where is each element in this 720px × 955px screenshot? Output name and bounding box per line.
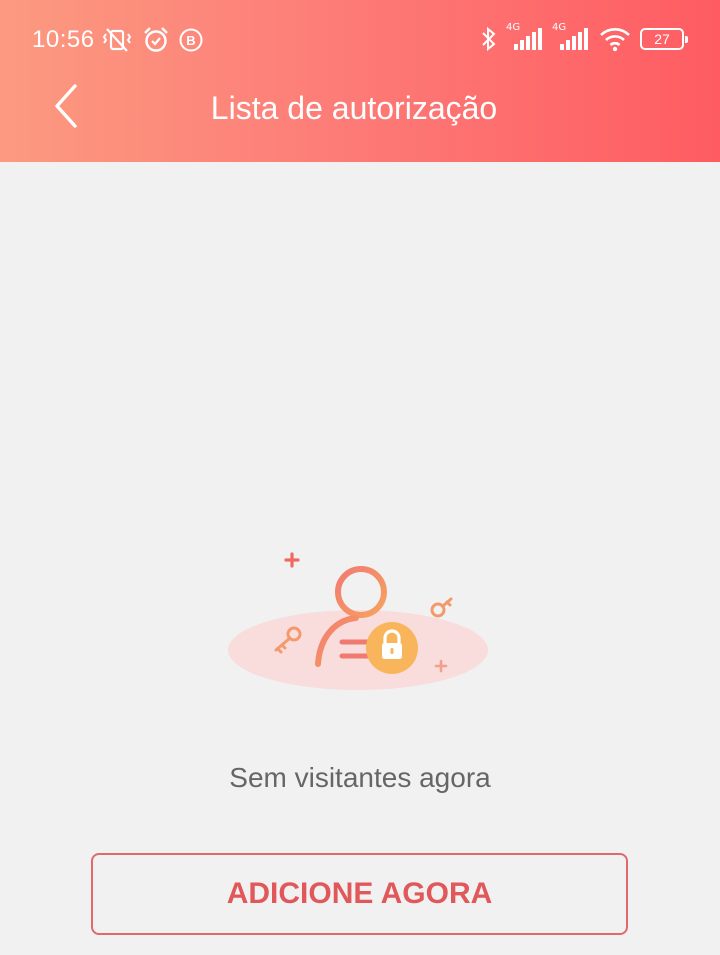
svg-text:B: B [186,33,195,48]
signal-icon: 4G [506,22,544,54]
battery-icon: 27 [640,28,688,50]
empty-state-message: Sem visitantes agora [229,762,491,793]
page-title: Lista de autorização [210,90,498,126]
user-lock-icon [228,546,492,696]
app-header: 10:56 B 4G 4G 27 Lista de autorização [0,0,720,162]
vibrate-off-icon [100,25,134,55]
status-time: 10:56 [32,26,95,53]
battery-level: 27 [654,31,670,47]
status-left-icons: B [100,24,204,56]
status-bar: 10:56 B 4G 4G 27 [0,0,720,78]
b-badge-icon: B [178,27,204,53]
bluetooth-icon [480,26,498,52]
wifi-icon [598,25,632,53]
status-right-icons: 4G 4G 27 [480,22,688,56]
add-now-button[interactable]: ADICIONE AGORA [91,853,628,935]
signal-icon: 4G [552,22,590,54]
alarm-icon [142,25,170,55]
nav-bar: Lista de autorização [0,78,720,162]
